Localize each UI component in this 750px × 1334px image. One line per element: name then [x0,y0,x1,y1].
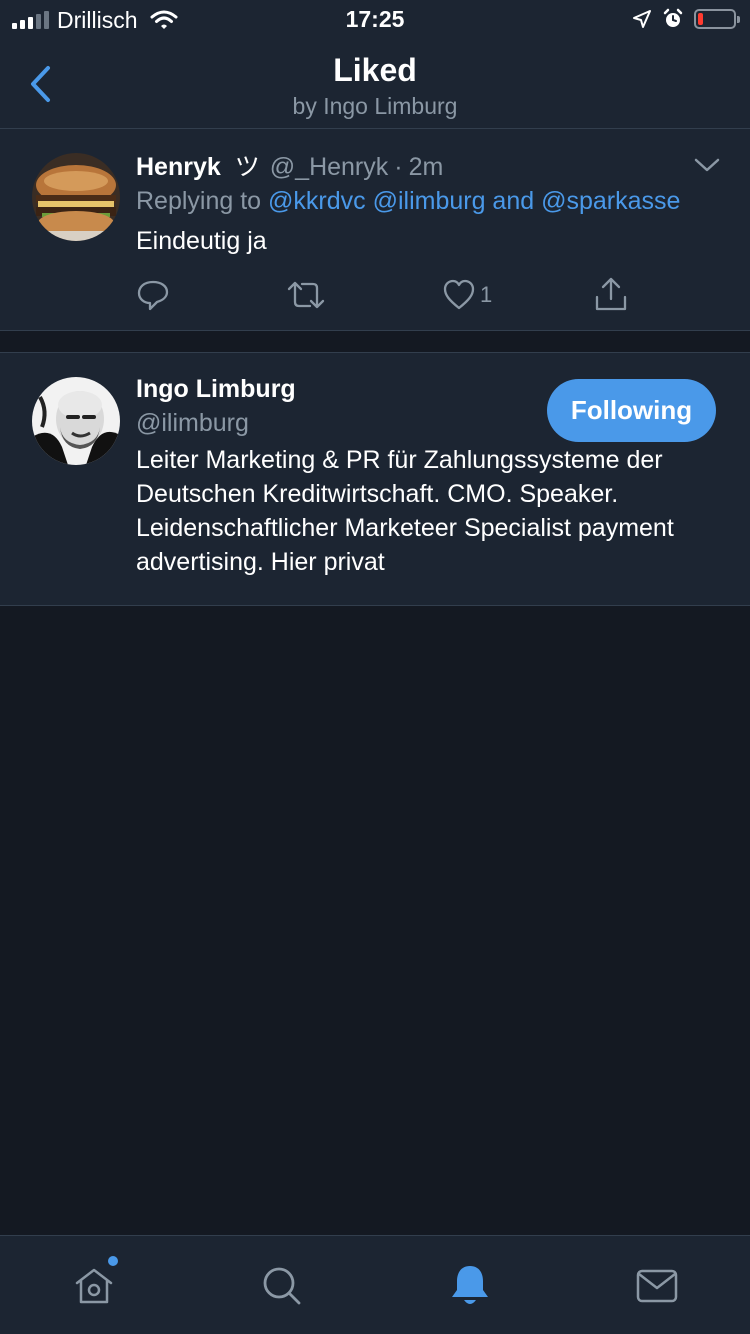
replying-to-line: Replying to @kkrdvc @ilimburg and @spark… [136,187,680,216]
tweet-timestamp: 2m [408,153,444,181]
avatar[interactable] [32,377,120,465]
profile-bio: Leiter Marketing & PR für Zahlungssystem… [136,446,674,576]
tab-search[interactable] [252,1258,312,1314]
replying-prefix: Replying to [136,187,262,215]
battery-level [698,13,703,25]
burger-avatar-image [32,153,120,241]
notifications-icon [452,1266,488,1304]
tweet-actions: 1 [136,277,656,317]
tab-messages[interactable] [627,1258,687,1314]
like-icon [443,279,475,310]
tweet-text: Eindeutig ja [136,227,267,255]
following-button[interactable]: Following [547,379,716,442]
meta-separator: · [394,153,403,181]
profile-handle[interactable]: @ilimburg [136,409,249,438]
reply-button[interactable] [136,277,170,313]
tab-bar [0,1235,750,1334]
like-count: 1 [480,282,493,307]
alarm-icon [663,8,683,27]
share-icon [595,277,627,311]
author-name[interactable]: Henryk [136,153,221,181]
status-right [632,8,740,30]
retweet-button[interactable] [286,277,326,313]
retweet-icon [287,281,325,309]
tweet-menu-button[interactable] [692,153,722,177]
avatar[interactable] [32,153,120,241]
tab-home[interactable] [64,1256,124,1314]
author-emoji: ツ [234,153,260,181]
messages-icon [636,1269,678,1303]
home-icon [75,1268,113,1304]
tweet-header: Henryk ツ @_Henryk · 2m [136,147,680,183]
share-button[interactable] [594,277,628,313]
profile-name[interactable]: Ingo Limburg [136,375,296,404]
reply-icon [137,280,169,311]
profile-avatar-image [32,377,120,465]
nav-header: Liked by Ingo Limburg [0,40,750,129]
page-title: Liked [333,52,417,88]
chevron-down-icon [694,158,720,172]
new-content-dot [108,1256,118,1266]
screen: Drillisch 17:25 Liked by Ingo Limburg He… [0,0,750,1334]
tweet-card[interactable]: Henryk ツ @_Henryk · 2m Replying to @kkrdvc @… [0,129,750,331]
status-bar: Drillisch 17:25 [0,0,750,40]
page-subtitle: by Ingo Limburg [292,93,458,119]
user-card[interactable]: Ingo Limburg @ilimburg Following Leiter … [0,352,750,606]
tab-notifications[interactable] [440,1258,500,1314]
author-handle[interactable]: @_Henryk [270,153,388,181]
replying-to-mentions[interactable]: @kkrdvc @ilimburg and @sparkasse [268,187,680,215]
location-icon [633,10,651,28]
battery-icon [694,9,740,29]
like-button[interactable]: 1 [442,277,492,313]
search-icon [263,1267,301,1305]
